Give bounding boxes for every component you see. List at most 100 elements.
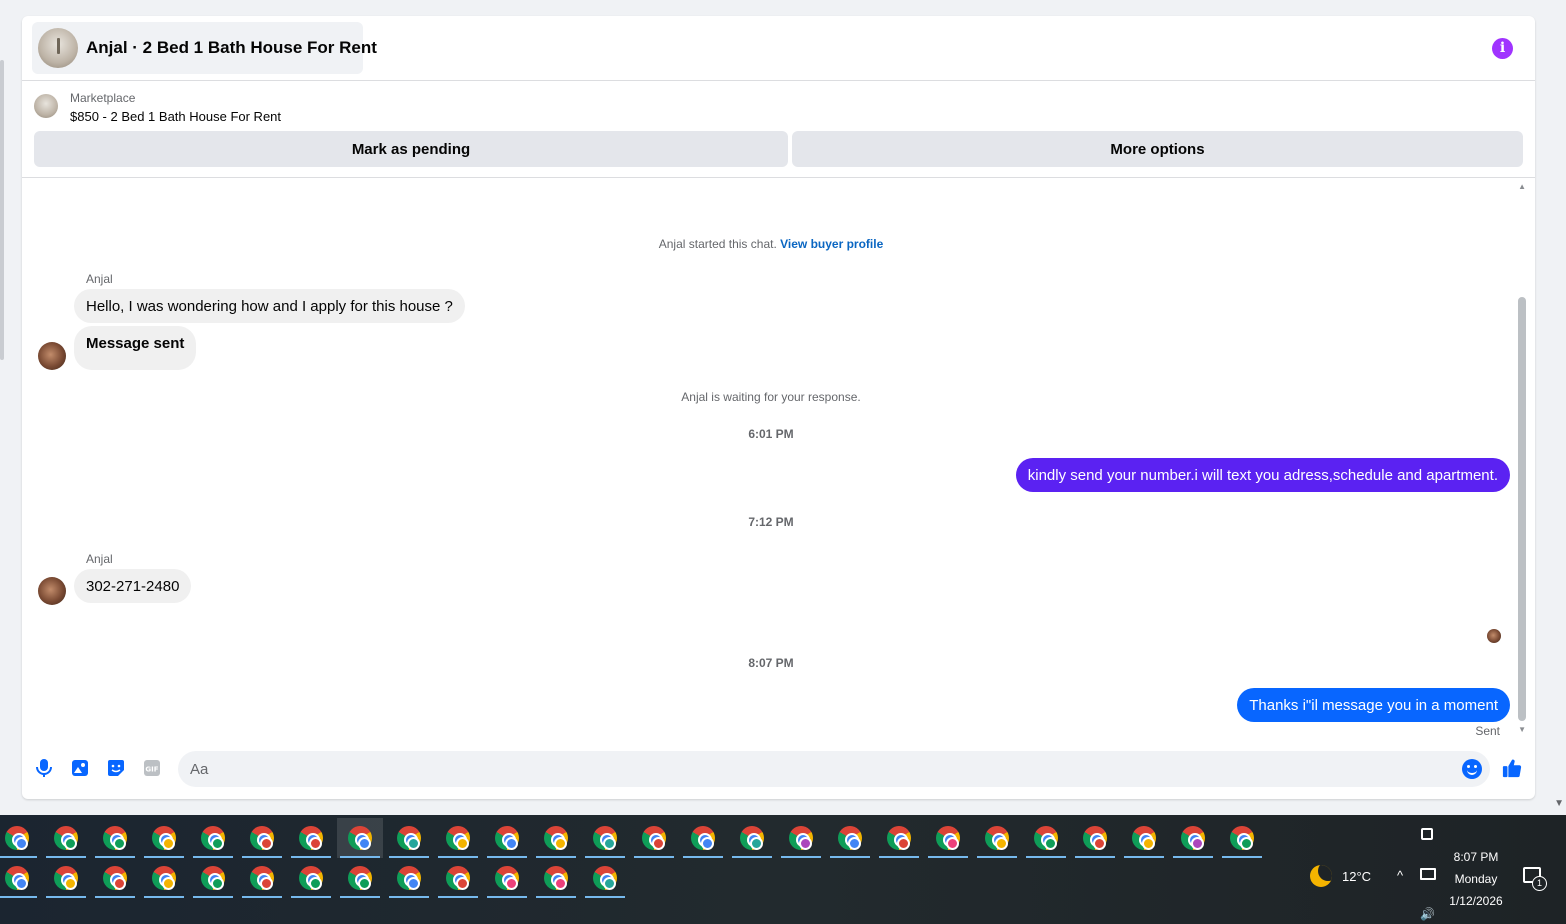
sender-avatar[interactable]: [38, 577, 66, 605]
message-input[interactable]: [178, 751, 1490, 787]
chrome-taskbar-button[interactable]: [337, 818, 383, 858]
weather-widget[interactable]: 12°C: [1310, 865, 1371, 887]
running-indicator: [144, 896, 184, 898]
mark-as-pending-button[interactable]: Mark as pending: [34, 131, 788, 167]
microphone-icon[interactable]: [34, 758, 54, 778]
scroll-up-arrow-icon[interactable]: ▲: [1518, 182, 1526, 191]
profile-badge-icon: [652, 837, 665, 850]
conversation-title: Anjal · 2 Bed 1 Bath House For Rent: [86, 38, 377, 57]
photo-icon[interactable]: [70, 758, 90, 778]
profile-badge-icon: [358, 837, 371, 850]
running-indicator: [95, 896, 135, 898]
chrome-taskbar-button[interactable]: [92, 858, 138, 898]
listing-title[interactable]: $850 - 2 Bed 1 Bath House For Rent: [70, 109, 281, 124]
chrome-taskbar-button[interactable]: [484, 858, 530, 898]
running-indicator: [585, 896, 625, 898]
profile-badge-icon: [456, 877, 469, 890]
running-indicator: [242, 896, 282, 898]
sticker-icon[interactable]: [106, 758, 126, 778]
chrome-taskbar-button[interactable]: [484, 818, 530, 858]
profile-badge-icon: [897, 837, 910, 850]
chrome-taskbar-button[interactable]: [1121, 818, 1167, 858]
chrome-taskbar-button[interactable]: [386, 858, 432, 898]
conversation-title-button[interactable]: Anjal · 2 Bed 1 Bath House For Rent: [32, 22, 377, 74]
gif-icon[interactable]: GIF: [142, 758, 162, 778]
chat-header: Anjal · 2 Bed 1 Bath House For Rent i: [22, 16, 1535, 81]
running-indicator: [487, 896, 527, 898]
show-hidden-icons-chevron-icon[interactable]: ^: [1397, 868, 1403, 883]
sender-avatar[interactable]: [38, 342, 66, 370]
chrome-taskbar-button[interactable]: [288, 818, 334, 858]
chrome-taskbar-button[interactable]: [1023, 818, 1069, 858]
running-indicator: [0, 896, 37, 898]
profile-badge-icon: [554, 837, 567, 850]
chrome-taskbar-button[interactable]: [876, 818, 922, 858]
chrome-taskbar-button[interactable]: [239, 858, 285, 898]
chrome-taskbar-button[interactable]: [1170, 818, 1216, 858]
chrome-taskbar-button[interactable]: [0, 858, 40, 898]
outgoing-message[interactable]: Thanks i"il message you in a moment: [1237, 688, 1510, 722]
chrome-taskbar-button[interactable]: [533, 818, 579, 858]
chrome-taskbar-button[interactable]: [778, 818, 824, 858]
chrome-taskbar-button[interactable]: [1072, 818, 1118, 858]
chrome-taskbar-button[interactable]: [141, 858, 187, 898]
listing-thumbnail: [34, 94, 58, 118]
running-indicator: [732, 856, 772, 858]
chrome-taskbar-button[interactable]: [582, 858, 628, 898]
chrome-taskbar-button[interactable]: [974, 818, 1020, 858]
profile-badge-icon: [260, 877, 273, 890]
thumbs-up-icon[interactable]: [1502, 758, 1522, 778]
more-options-button[interactable]: More options: [792, 131, 1523, 167]
running-indicator: [1124, 856, 1164, 858]
chrome-taskbar-button[interactable]: [435, 858, 481, 898]
timestamp: 8:07 PM: [748, 656, 794, 670]
sender-name: Anjal: [86, 272, 113, 286]
network-icon[interactable]: [1420, 868, 1436, 880]
chrome-taskbar-button[interactable]: [582, 818, 628, 858]
chrome-taskbar-button[interactable]: [190, 858, 236, 898]
info-icon[interactable]: i: [1492, 38, 1513, 59]
marketplace-chat-window: Anjal · 2 Bed 1 Bath House For Rent i Ma…: [22, 16, 1535, 799]
chrome-taskbar-button[interactable]: [827, 818, 873, 858]
page-scroll-down-arrow-icon[interactable]: ▼: [1554, 798, 1564, 809]
marketplace-label: Marketplace: [70, 91, 136, 105]
chrome-taskbar-button[interactable]: [190, 818, 236, 858]
timestamp: 6:01 PM: [748, 427, 794, 441]
meet-now-icon[interactable]: [1421, 828, 1433, 840]
incoming-message[interactable]: Message sent: [74, 326, 197, 370]
emoji-icon[interactable]: [1462, 759, 1482, 779]
message-thread[interactable]: ▲ ▼ Anjal started this chat. View buyer …: [22, 179, 1535, 739]
chrome-taskbar-button[interactable]: [337, 858, 383, 898]
profile-badge-icon: [64, 877, 77, 890]
chrome-taskbar-button[interactable]: [43, 858, 89, 898]
chrome-taskbar-button[interactable]: [239, 818, 285, 858]
chrome-taskbar-button[interactable]: [631, 818, 677, 858]
chrome-taskbar-button[interactable]: [729, 818, 775, 858]
chrome-taskbar-button[interactable]: [1219, 818, 1265, 858]
scroll-down-arrow-icon[interactable]: ▼: [1518, 725, 1526, 734]
view-buyer-profile-link[interactable]: View buyer profile: [780, 237, 883, 251]
system-clock[interactable]: 8:07 PM Monday 1/12/2026: [1440, 846, 1512, 912]
volume-icon[interactable]: 🔊: [1420, 907, 1435, 921]
profile-badge-icon: [505, 837, 518, 850]
chrome-taskbar-button[interactable]: [288, 858, 334, 898]
chrome-taskbar-button[interactable]: [141, 818, 187, 858]
outgoing-message[interactable]: kindly send your number.i will text you …: [1015, 458, 1510, 492]
chrome-taskbar-button[interactable]: [435, 818, 481, 858]
running-indicator: [291, 896, 331, 898]
chrome-taskbar-button[interactable]: [92, 818, 138, 858]
chrome-taskbar-button[interactable]: [533, 858, 579, 898]
incoming-message[interactable]: Hello, I was wondering how and I apply f…: [74, 289, 465, 323]
chrome-taskbar-button[interactable]: [386, 818, 432, 858]
chrome-taskbar-button[interactable]: [0, 818, 40, 858]
chrome-taskbar-button[interactable]: [680, 818, 726, 858]
profile-badge-icon: [1240, 837, 1253, 850]
chrome-taskbar-button[interactable]: [43, 818, 89, 858]
weather-temperature: 12°C: [1342, 868, 1372, 884]
running-indicator: [340, 896, 380, 898]
thread-scrollbar[interactable]: ▲ ▼: [1518, 179, 1531, 739]
notification-count-badge: 1: [1532, 876, 1547, 891]
chrome-taskbar-button[interactable]: [925, 818, 971, 858]
incoming-message[interactable]: 302-271-2480: [74, 569, 192, 603]
profile-badge-icon: [162, 837, 175, 850]
